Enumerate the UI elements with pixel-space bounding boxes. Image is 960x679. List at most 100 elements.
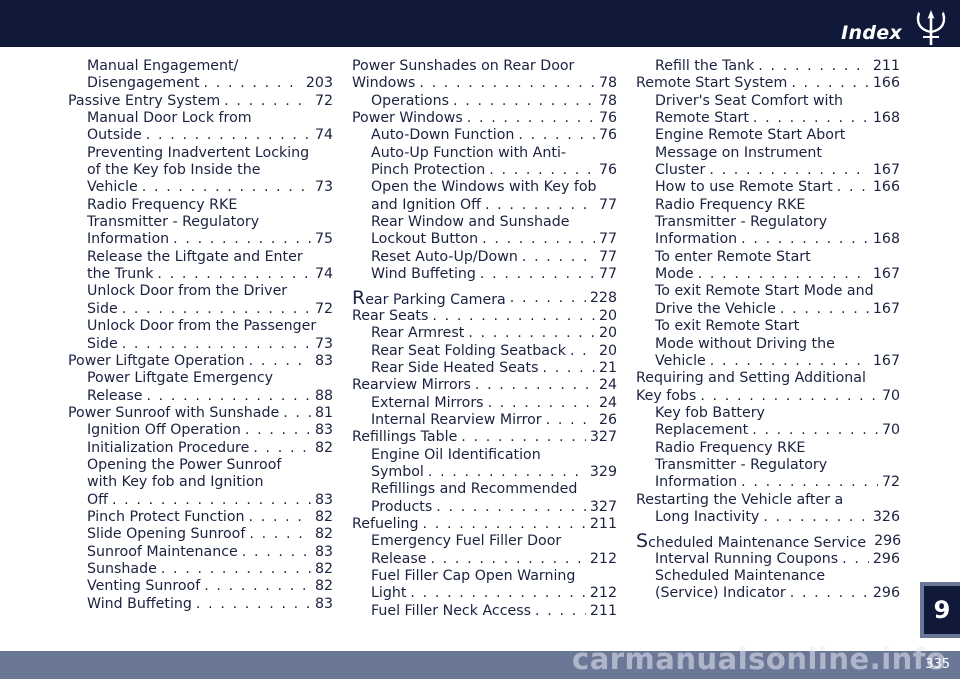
entry-text: Drive the Vehicle	[655, 300, 776, 317]
entry-text: Information	[655, 231, 738, 248]
dot-leader: . . . . . . . . . . . . . . . . . . . . …	[791, 75, 869, 92]
entry-text: Rear Seats	[352, 307, 429, 324]
dot-leader: . . . . . . . . . . . . . . . . . . . . …	[244, 422, 311, 439]
dot-leader: . . . . . . . . . . . . . . . . . . . . …	[569, 342, 595, 359]
index-entry: Refueling. . . . . . . . . . . . . . . .…	[352, 516, 617, 533]
entry-page: 82	[314, 439, 333, 456]
index-column-1: Manual Engagement/Disengagement. . . . .…	[68, 58, 333, 613]
index-entry: Release. . . . . . . . . . . . . . . . .…	[352, 551, 617, 568]
entry-text: Symbol	[371, 463, 424, 480]
index-entry: Sunshade. . . . . . . . . . . . . . . . …	[68, 561, 333, 578]
index-entry: Side. . . . . . . . . . . . . . . . . . …	[68, 301, 333, 318]
entry-text: Key fob Battery	[655, 404, 765, 421]
index-entry: Auto-Down Function. . . . . . . . . . . …	[352, 127, 617, 144]
entry-text: Initialization Procedure	[87, 439, 250, 456]
entry-text: Refillings and Recommended	[371, 481, 578, 498]
entry-page: 78	[598, 92, 617, 109]
dot-leader: . . . . . . . . . . . . . . . . . . . . …	[248, 508, 311, 525]
entry-page: 203	[305, 75, 333, 92]
entry-text: Transmitter - Regulatory	[655, 214, 828, 231]
entry-text: Mode without Driving the	[655, 335, 835, 352]
dot-leader: . . . . . . . . . . . . . . . . . . . . …	[224, 92, 311, 109]
dot-leader: . . . . . . . . . . . . . . . . . . . . …	[779, 300, 869, 317]
index-entry: Rear Side Heated Seats. . . . . . . . . …	[352, 360, 617, 377]
index-entry-continued: Driver's Seat Comfort with	[636, 93, 900, 110]
index-entry: Disengagement. . . . . . . . . . . . . .…	[68, 75, 333, 92]
entry-page: 167	[872, 162, 900, 179]
header-bar	[0, 0, 960, 47]
entry-text: Power Windows	[352, 110, 463, 127]
dot-leader: . . . . . . . . . . . . . . . . . . . . …	[436, 498, 586, 515]
entry-text: Radio Frequency RKE	[87, 196, 238, 213]
section-initial: S	[636, 530, 649, 553]
index-entry: and Ignition Off. . . . . . . . . . . . …	[352, 197, 617, 214]
entry-page: 168	[872, 231, 900, 248]
trident-logo-icon	[916, 10, 946, 45]
entry-page: 77	[598, 196, 617, 213]
dot-leader: . . . . . . . . . . . . . . . . . . . . …	[509, 290, 586, 307]
entry-page: 74	[314, 127, 333, 144]
page-title: Index	[841, 22, 902, 44]
entry-text: Wind Buffeting	[371, 266, 476, 283]
chapter-tab: 9	[920, 582, 960, 638]
index-entry: Power Sunroof with Sunshade. . . . . . .…	[68, 405, 333, 422]
entry-text: Fuel Filler Neck Access	[371, 602, 532, 619]
index-entry: Power Liftgate Operation. . . . . . . . …	[68, 353, 333, 370]
entry-text: Driver's Seat Comfort with	[655, 92, 844, 109]
entry-text: Rear Side Heated Seats	[371, 359, 539, 376]
entry-text: Rear Parking Camera	[352, 287, 506, 310]
entry-text: Rear Window and Sunshade	[371, 214, 570, 231]
index-column-2: Power Sunshades on Rear Door Windows. . .…	[352, 58, 617, 620]
entry-text: Open the Windows with Key fob	[371, 179, 597, 196]
index-entry: Interval Running Coupons. . . . . . . . …	[636, 551, 900, 568]
index-entry: Pinch Protect Function. . . . . . . . . …	[68, 509, 333, 526]
entry-page: 75	[314, 231, 333, 248]
index-entry: Replacement. . . . . . . . . . . . . . .…	[636, 422, 900, 439]
entry-text: Power Sunshades on Rear Door	[352, 58, 575, 74]
index-entry-continued: Requiring and Setting Additional	[636, 370, 900, 387]
index-entry-continued: Transmitter - Regulatory	[636, 214, 900, 231]
entry-text: Refueling	[352, 515, 419, 532]
index-entry: Vehicle. . . . . . . . . . . . . . . . .…	[636, 353, 900, 370]
entry-text: Release the Liftgate and Enter	[87, 248, 303, 265]
entry-page: 26	[598, 411, 617, 428]
entry-text: of the Key fob Inside the	[87, 162, 261, 179]
entry-text: Unlock Door from the Driver	[87, 283, 288, 300]
entry-page: 72	[314, 92, 333, 109]
entry-text: Passive Entry System	[68, 92, 221, 109]
dot-leader: . . . . . . . . . . . . . . . . . . . . …	[466, 110, 595, 127]
entry-page: 76	[598, 127, 617, 144]
entry-page: 21	[598, 359, 617, 376]
entry-page: 212	[589, 585, 617, 602]
index-entry-continued: Release the Liftgate and Enter	[68, 249, 333, 266]
index-entry: Windows. . . . . . . . . . . . . . . . .…	[352, 75, 617, 92]
index-entry: Reset Auto-Up/Down. . . . . . . . . . . …	[352, 249, 617, 266]
entry-page: 167	[872, 300, 900, 317]
entry-page: 72	[314, 300, 333, 317]
index-entry: Lockout Button. . . . . . . . . . . . . …	[352, 231, 617, 248]
entry-text: Lockout Button	[371, 231, 479, 248]
dot-leader: . . . . . . . . . . . . . . . . . . . . …	[173, 231, 311, 248]
entry-text: How to use Remote Start	[655, 179, 833, 196]
dot-leader: . . . . . . . . . . . . . . . . . . . . …	[160, 560, 311, 577]
index-entry-continued: Manual Engagement/	[68, 58, 333, 75]
dot-leader: . . . . . . . . . . . . . . . . . . . . …	[487, 394, 595, 411]
index-entry-continued: Rear Window and Sunshade	[352, 214, 617, 231]
index-entry-continued: Power Sunshades on Rear Door	[352, 58, 617, 75]
index-entry: How to use Remote Start. . . . . . . . .…	[636, 179, 900, 196]
index-entry: Remote Start. . . . . . . . . . . . . . …	[636, 110, 900, 127]
entry-page: 76	[598, 110, 617, 127]
index-entry-continued: Unlock Door from the Passenger	[68, 318, 333, 335]
entry-text: Transmitter - Regulatory	[87, 214, 260, 231]
index-entry: Information. . . . . . . . . . . . . . .…	[636, 231, 900, 248]
dot-leader: . . . . . . . . . . . . . . . . . . . . …	[763, 508, 869, 525]
entry-page: 327	[589, 498, 617, 515]
entry-text: Power Sunroof with Sunshade	[68, 404, 280, 421]
entry-text: Restarting the Vehicle after a	[636, 491, 844, 508]
dot-leader: . . . . . . . . . . . . . . . . . . . . …	[709, 352, 869, 369]
entry-text: Manual Engagement/	[87, 58, 239, 74]
dot-leader: . . . . . . . . . . . . . . . . . . . . …	[542, 359, 594, 376]
index-entry: Fuel Filler Neck Access. . . . . . . . .…	[352, 603, 617, 620]
entry-text: (Service) Indicator	[655, 585, 786, 602]
entry-text: Pinch Protection	[371, 162, 486, 179]
